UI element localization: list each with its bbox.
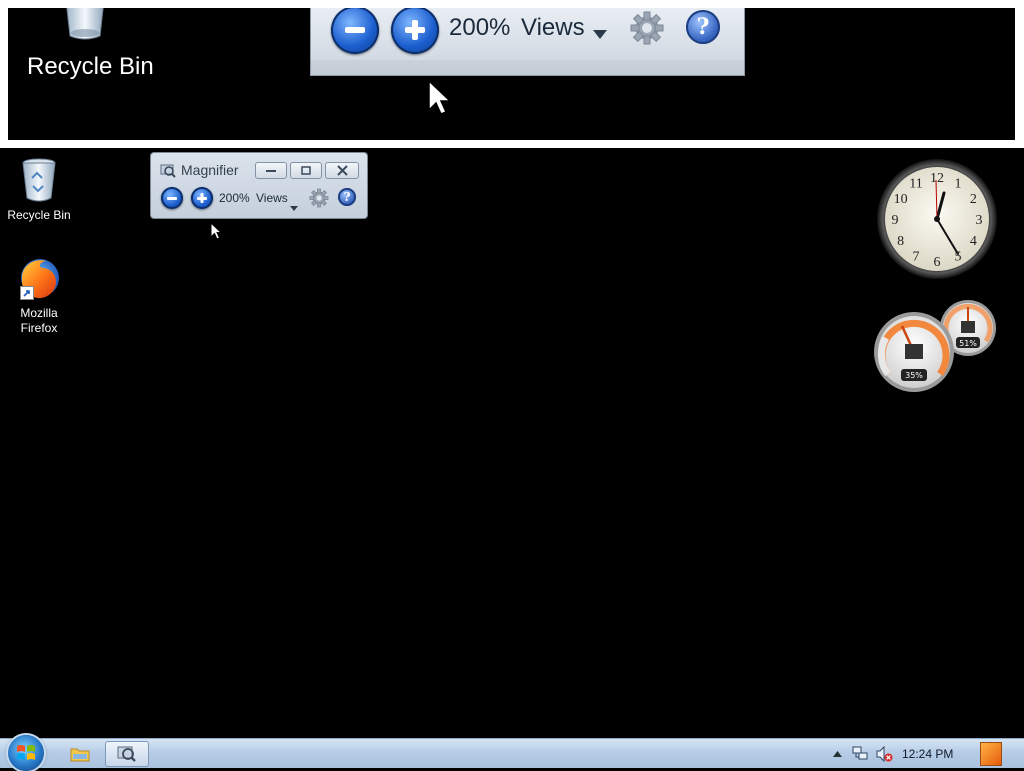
magnifier-lens-view: Recycle Bin 200% Views ? [0, 0, 1024, 148]
close-icon [336, 165, 348, 176]
chevron-up-icon [832, 751, 842, 757]
desktop-icon-firefox[interactable]: Mozilla Firefox [0, 256, 79, 336]
volume-tray-button[interactable] [875, 745, 893, 763]
magnified-help-icon: ? [686, 10, 720, 44]
recycle-bin-label: Recycle Bin [7, 208, 71, 222]
clock-numeral: 2 [970, 192, 977, 207]
clock-numeral: 10 [894, 192, 908, 207]
magnified-recycle-bin-label: Recycle Bin [27, 53, 154, 80]
zoom-level: 200% [219, 191, 250, 205]
folder-icon [70, 748, 90, 762]
magnifier-window[interactable]: Magnifier 200% Views ? [150, 152, 368, 219]
maximize-button[interactable] [290, 162, 322, 179]
cpu-usage-value: 35% [905, 371, 923, 380]
help-button[interactable]: ? [338, 188, 356, 206]
mouse-cursor [210, 221, 223, 245]
windows-logo-icon [17, 745, 35, 760]
magnifier-title: Magnifier [181, 162, 239, 178]
views-chevron-down-icon[interactable] [290, 196, 298, 215]
network-icon [852, 746, 868, 760]
memory-usage-value: 51% [959, 339, 977, 348]
show-desktop-button[interactable] [980, 742, 1002, 766]
views-menu[interactable]: Views [256, 191, 288, 205]
cpu-meter-gadget[interactable]: 51% 35% [872, 298, 1002, 394]
clock-numeral: 1 [955, 177, 962, 192]
magnified-zoom-out-icon [331, 8, 379, 54]
clock-numeral: 8 [897, 234, 904, 249]
plus-icon [197, 193, 207, 203]
minimize-button[interactable] [255, 162, 287, 179]
maximize-icon [301, 166, 311, 175]
magnified-views-label: Views [521, 14, 585, 41]
taskbar-clock[interactable]: 12:24 PM [902, 747, 953, 761]
magnified-gear-icon [629, 10, 665, 50]
network-tray-button[interactable] [851, 745, 869, 763]
clock-numeral: 3 [976, 213, 983, 228]
clock-numeral: 11 [909, 177, 922, 192]
magnifier-app-icon [160, 163, 176, 183]
clock-gadget[interactable]: 12 1 2 3 4 5 6 7 8 9 10 11 [876, 158, 998, 280]
gear-icon [309, 188, 329, 208]
desktop-icon-recycle-bin[interactable]: Recycle Bin [0, 158, 79, 223]
firefox-label-line1: Mozilla [20, 306, 58, 320]
firefox-icon [16, 256, 62, 302]
show-hidden-icons-button[interactable] [828, 745, 846, 763]
clock-numeral: 4 [970, 234, 977, 249]
minimize-icon [266, 169, 276, 172]
taskbar-explorer-button[interactable] [58, 741, 102, 767]
taskbar-magnifier-button[interactable] [105, 741, 149, 767]
start-button[interactable] [8, 735, 44, 771]
clock-numeral: 9 [892, 213, 899, 228]
zoom-in-button[interactable] [191, 187, 213, 209]
magnified-chevron-down-icon [593, 24, 607, 43]
clock-numeral: 12 [930, 171, 944, 186]
recycle-bin-icon [19, 158, 59, 204]
magnified-zoom-level: 200% [449, 14, 511, 41]
options-button[interactable] [309, 188, 329, 212]
clock-numeral: 6 [934, 255, 941, 270]
firefox-label-line2: Firefox [20, 321, 58, 335]
magnified-zoom-in-icon [391, 8, 439, 54]
magnifier-app-icon [117, 746, 136, 762]
magnified-recycle-bin-icon [62, 8, 108, 42]
shortcut-arrow-icon [20, 286, 34, 300]
magnified-mouse-cursor [428, 79, 452, 120]
magnified-toolbar: 200% Views ? [310, 8, 745, 76]
zoom-out-button[interactable] [161, 187, 183, 209]
taskbar: 12:24 PM [0, 735, 1024, 771]
minus-icon [167, 197, 177, 200]
magnified-content: Recycle Bin 200% Views ? [8, 8, 1015, 140]
volume-muted-icon [876, 745, 893, 763]
close-button[interactable] [325, 162, 359, 179]
clock-numeral: 7 [913, 249, 920, 264]
